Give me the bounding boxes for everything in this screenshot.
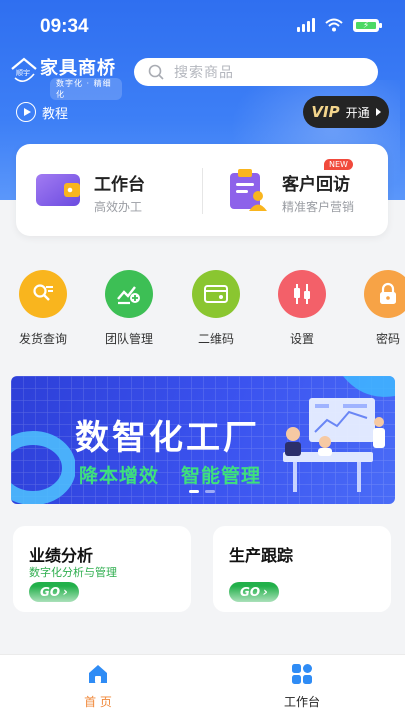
home-icon xyxy=(89,665,107,683)
quick-action-settings[interactable]: 设置 xyxy=(272,270,332,347)
promo-banner[interactable]: 数智化工厂 降本增效 智能管理 xyxy=(11,376,395,504)
bottom-tab-bar: 首 页 工作台 xyxy=(0,654,405,720)
search-placeholder: 搜索商品 xyxy=(174,65,234,81)
clipboard-user-icon xyxy=(230,169,267,211)
status-bar: 09:34 ⚡ xyxy=(0,10,405,44)
tutorial-link[interactable]: 教程 xyxy=(16,102,68,122)
status-time: 09:34 xyxy=(40,16,89,37)
wifi-icon xyxy=(325,18,343,32)
tile-subtitle: 数字化分析与管理 xyxy=(29,566,117,579)
tab-home[interactable]: 首 页 xyxy=(48,663,148,710)
wallet-icon xyxy=(36,174,80,206)
logo-title: 家具商桥 xyxy=(40,58,116,79)
new-badge: NEW xyxy=(324,159,353,170)
quick-action-label: 发货查询 xyxy=(18,332,67,346)
banner-pagination xyxy=(189,490,215,493)
tab-workbench[interactable]: 工作台 xyxy=(252,663,352,710)
quick-action-label: 二维码 xyxy=(197,332,234,346)
banner-tag-cost: 降本增效 xyxy=(79,465,160,487)
production-tracking-tile[interactable]: 生产跟踪 GO › xyxy=(213,526,391,612)
card-icon xyxy=(192,270,240,318)
chevron-right-icon xyxy=(375,108,381,116)
tile-title: 业绩分析 xyxy=(29,546,94,565)
feature-card: 工作台 高效办工 客户回访 精准客户营销 NEW xyxy=(16,144,388,236)
customer-revisit-subtitle: 精准客户营销 xyxy=(282,200,355,214)
tab-home-label: 首 页 xyxy=(84,695,112,709)
performance-analysis-tile[interactable]: 业绩分析 数字化分析与管理 GO › xyxy=(13,526,191,612)
candlestick-icon xyxy=(278,270,326,318)
app-logo: 顺宇 家具商桥 数字化 · 精细化 xyxy=(10,54,122,100)
search-doc-icon xyxy=(19,270,67,318)
sub-row: 教程 VIP 开通 xyxy=(0,94,405,130)
banner-title: 数智化工厂 xyxy=(75,418,260,458)
battery-icon: ⚡ xyxy=(353,18,382,32)
play-icon xyxy=(16,102,36,122)
header-row: 顺宇 家具商桥 数字化 · 精细化 搜索商品 xyxy=(0,50,405,100)
customer-revisit-entry[interactable]: 客户回访 精准客户营销 xyxy=(228,166,378,216)
workbench-title: 工作台 xyxy=(94,175,145,195)
search-icon xyxy=(148,64,164,80)
tab-workbench-label: 工作台 xyxy=(283,695,320,709)
banner-ring-decoration xyxy=(11,431,75,504)
vip-button[interactable]: VIP 开通 xyxy=(303,96,389,128)
quick-actions: 发货查询 团队管理 二维码 设置 密码 xyxy=(0,270,405,350)
vip-action-label: 开通 xyxy=(345,105,370,120)
banner-office-illustration xyxy=(283,398,385,492)
quick-action-label: 设置 xyxy=(289,332,314,346)
quick-action-label: 团队管理 xyxy=(104,332,153,346)
grid-icon xyxy=(292,664,312,684)
quick-action-label: 密码 xyxy=(375,332,400,346)
quick-action-team-management[interactable]: 团队管理 xyxy=(99,270,159,347)
quick-action-password[interactable]: 密码 xyxy=(358,270,405,347)
signal-icon xyxy=(297,18,315,32)
lock-icon xyxy=(364,270,405,318)
quick-action-shipping-query[interactable]: 发货查询 xyxy=(13,270,73,347)
tile-title: 生产跟踪 xyxy=(229,546,294,565)
chart-add-icon xyxy=(105,270,153,318)
search-input[interactable]: 搜索商品 xyxy=(134,58,378,86)
workbench-subtitle: 高效办工 xyxy=(94,200,143,214)
status-icons: ⚡ xyxy=(297,18,382,32)
workbench-entry[interactable]: 工作台 高效办工 xyxy=(36,166,196,216)
tutorial-label: 教程 xyxy=(42,106,69,122)
card-divider xyxy=(202,168,203,214)
customer-revisit-title: 客户回访 xyxy=(282,175,350,195)
banner-tag-smart: 智能管理 xyxy=(181,465,262,487)
quick-action-qr-code[interactable]: 二维码 xyxy=(186,270,246,347)
vip-badge: VIP xyxy=(311,103,340,121)
logo-small-text: 顺宇 xyxy=(16,69,30,77)
